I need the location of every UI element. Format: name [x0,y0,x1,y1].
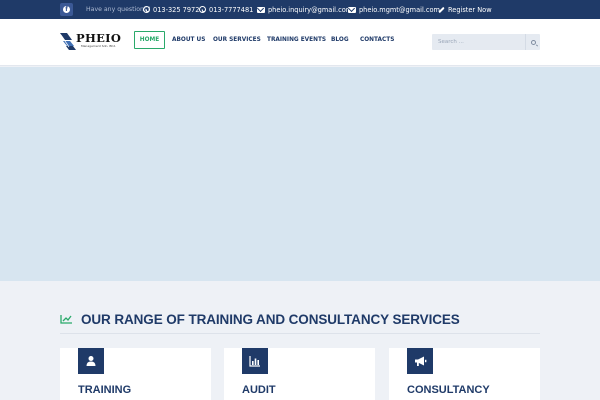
card-icon-badge [242,348,268,374]
services-heading: OUR RANGE OF TRAINING AND CONSULTANCY SE… [60,311,460,327]
whatsapp-icon [199,6,206,13]
facebook-icon[interactable]: f [60,3,73,16]
trend-chart-icon [60,315,72,324]
contact-question: Have any questions? [86,6,151,13]
logo-name: PHEIO [76,31,122,45]
nav-training-events[interactable]: TRAINING EVENTS [267,31,326,49]
top-bar: f Have any questions? 013-325 7972 013-7… [0,0,600,19]
pencil-icon [438,6,445,13]
megaphone-icon [414,356,426,366]
email-1[interactable]: pheio.inquiry@gmail.com [257,0,352,19]
logo[interactable]: PHEIO Management Sdn. Bhd. [60,31,122,53]
register-now-label: Register Now [448,5,492,14]
nav-home[interactable]: HOME [134,31,165,49]
service-card-title: TRAINING [78,384,132,396]
email-1-text: pheio.inquiry@gmail.com [268,5,353,14]
nav-blog[interactable]: BLOG [331,31,349,49]
nav-contacts[interactable]: CONTACTS [360,31,394,49]
register-now-link[interactable]: Register Now [438,0,492,19]
search-input[interactable] [432,34,525,50]
card-icon-badge [407,348,433,374]
nav-about-us[interactable]: ABOUT US [172,31,205,49]
search-icon [530,39,536,45]
whatsapp-icon [143,6,150,13]
phone-1-text: 013-325 7972 [153,5,200,14]
hero-banner [0,67,600,281]
search-button[interactable] [525,34,540,50]
nav-our-services[interactable]: OUR SERVICES [213,31,261,49]
service-card-audit[interactable]: AUDIT [224,348,375,400]
envelope-icon [348,6,356,13]
user-icon [86,356,96,366]
section-divider [60,333,540,334]
phone-2[interactable]: 013-7777481 [199,0,253,19]
service-card-title: AUDIT [242,384,276,396]
card-icon-badge [78,348,104,374]
services-title: OUR RANGE OF TRAINING AND CONSULTANCY SE… [81,311,460,327]
search-box [432,34,540,50]
phone-1[interactable]: 013-325 7972 [143,0,199,19]
email-2-text: pheio.mgmt@gmail.com [359,5,440,14]
email-2[interactable]: pheio.mgmt@gmail.com [348,0,440,19]
bar-chart-icon [249,356,260,367]
site-header: PHEIO Management Sdn. Bhd. HOME ABOUT US… [0,19,600,66]
service-card-consultancy[interactable]: CONSULTANCY [389,348,540,400]
phone-2-text: 013-7777481 [209,5,254,14]
service-card-title: CONSULTANCY [407,384,490,396]
envelope-icon [257,6,265,13]
logo-subtitle: Management Sdn. Bhd. [81,44,117,48]
service-card-training[interactable]: TRAINING [60,348,211,400]
